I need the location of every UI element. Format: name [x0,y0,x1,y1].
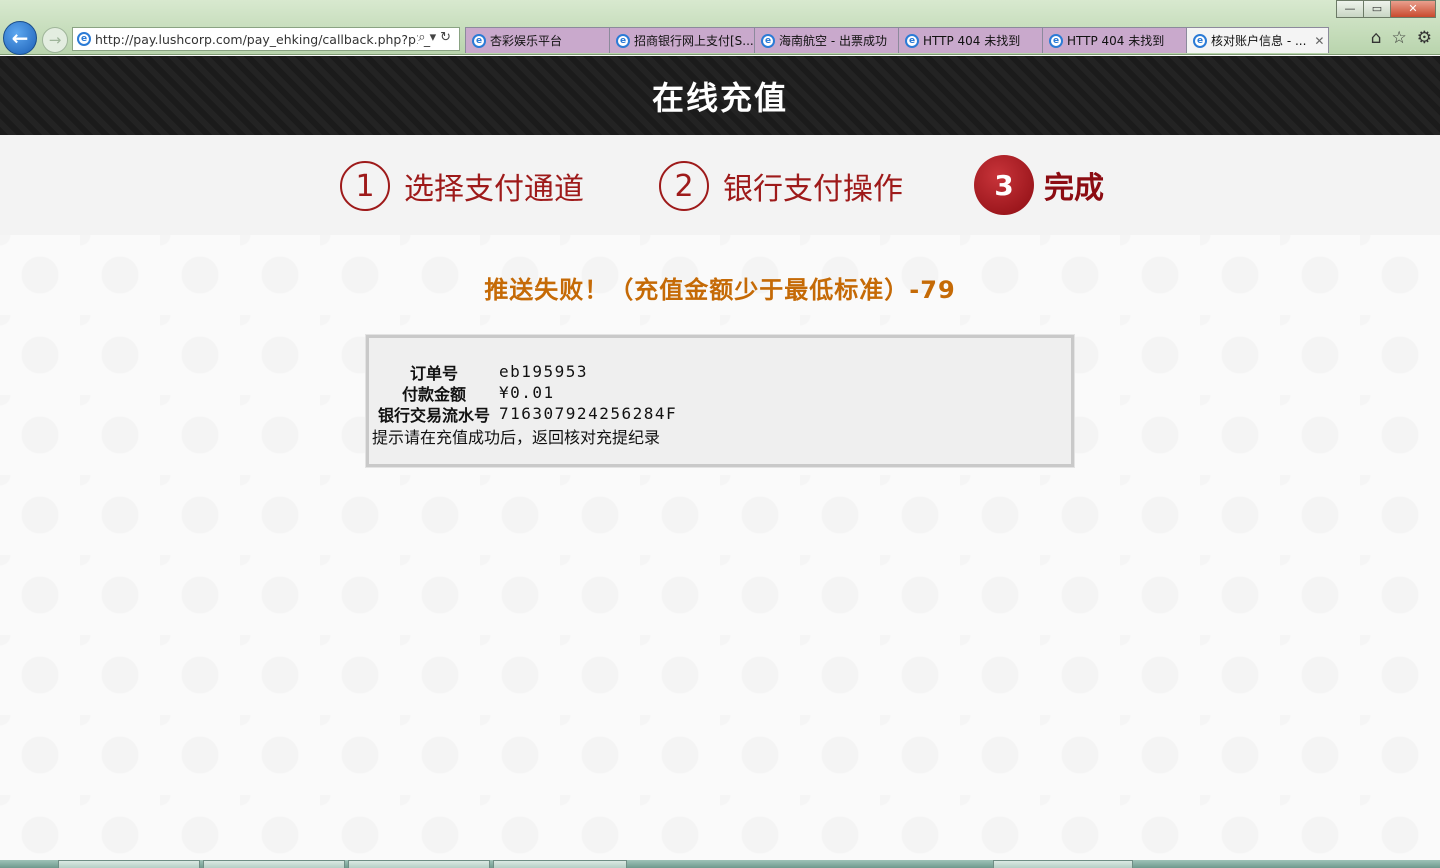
order-number-row: 订单号 eb195953 [369,361,589,383]
search-icon[interactable]: ⌕ [418,30,429,45]
tab-label: HTTP 404 未找到 [923,34,1021,48]
tab-label: 海南航空 - 出票成功 [779,34,887,48]
forward-button[interactable]: → [42,27,68,53]
result-message: 推送失败！（充值金额少于最低标准）-79 [484,276,956,304]
forward-arrow-icon: → [48,31,62,49]
tip-note: 提示请在充值成功后，返回核对充提纪录 [372,428,661,447]
amount-row: 付款金额 ¥0.01 [369,382,555,404]
serial-value: 716307924256284F [499,404,678,423]
page-header: 在线充值 [0,56,1440,135]
step-2: 2 银行支付操作 [659,160,903,212]
order-details-box: 订单号 eb195953 付款金额 ¥0.01 银行交易流水号 71630792… [365,334,1075,468]
page-ie-icon: e [77,32,91,46]
step-number: 1 [340,161,390,211]
tab-ie-icon: e [1193,33,1207,48]
dropdown-icon[interactable]: ▾ [430,30,441,45]
tab-3[interactable]: e 海南航空 - 出票成功 [754,27,899,53]
refresh-icon[interactable]: ↻ [440,30,455,45]
step-number: 2 [659,161,709,211]
browser-chrome: — ▭ ✕ ← → e http://pay.lushcorp.com/pay_… [0,0,1440,55]
tab-ie-icon: e [472,33,486,48]
favorites-star-icon[interactable]: ☆ [1392,28,1407,48]
taskbar-item-ie[interactable] [58,860,200,868]
tab-ie-icon: e [761,33,775,48]
step-label: 选择支付通道 [404,172,584,207]
serial-row: 银行交易流水号 716307924256284F [369,403,678,425]
taskbar-item-3[interactable] [348,860,490,868]
tab-4[interactable]: e HTTP 404 未找到 [898,27,1043,53]
back-arrow-icon: ← [11,26,29,50]
tab-strip: e 杏彩娱乐平台 e 招商银行网上支付[S... e 海南航空 - 出票成功 e… [465,27,1329,53]
step-label: 完成 [1044,171,1104,206]
content-area [0,235,1440,860]
taskbar-item-5[interactable] [993,860,1133,868]
step-3-current: 3 完成 [974,155,1104,215]
tab-ie-icon: e [1049,33,1063,48]
tab-1[interactable]: e 杏彩娱乐平台 [465,27,610,53]
step-label: 银行支付操作 [723,172,903,207]
tab-5[interactable]: e HTTP 404 未找到 [1042,27,1187,53]
amount-value: ¥0.01 [499,383,555,402]
home-icon[interactable]: ⌂ [1371,28,1382,48]
taskbar-item-4[interactable] [493,860,627,868]
progress-steps: 1 选择支付通道 2 银行支付操作 3 完成 [0,135,1440,235]
tab-6-active[interactable]: e 核对账户信息 - ... ✕ [1186,27,1329,53]
order-number-value: eb195953 [499,362,589,381]
serial-label: 银行交易流水号 [377,405,490,425]
minimize-button[interactable]: — [1336,0,1364,18]
tab-ie-icon: e [905,33,919,48]
os-taskbar [0,860,1440,868]
close-window-button[interactable]: ✕ [1390,0,1436,18]
tab-label: 招商银行网上支付[S... [634,34,754,48]
tab-ie-icon: e [616,33,630,48]
address-url: http://pay.lushcorp.com/pay_ehking/callb… [95,31,431,47]
tab-label: 杏彩娱乐平台 [490,34,563,48]
address-bar[interactable]: e http://pay.lushcorp.com/pay_ehking/cal… [72,27,460,51]
tab-label: 核对账户信息 - ... [1211,34,1307,48]
close-tab-icon[interactable]: ✕ [1314,34,1324,48]
page-title: 在线充值 [651,78,788,117]
taskbar-item-2[interactable] [203,860,345,868]
maximize-button[interactable]: ▭ [1363,0,1391,18]
back-button[interactable]: ← [3,21,37,55]
tab-2[interactable]: e 招商银行网上支付[S... [609,27,755,53]
settings-gear-icon[interactable]: ⚙ [1417,28,1432,48]
window-controls: — ▭ ✕ [1336,0,1436,18]
toolbar-icons: ⌂ ☆ ⚙ [1371,28,1432,48]
tab-label: HTTP 404 未找到 [1067,34,1165,48]
step-number: 3 [974,155,1034,215]
step-1: 1 选择支付通道 [340,160,584,212]
